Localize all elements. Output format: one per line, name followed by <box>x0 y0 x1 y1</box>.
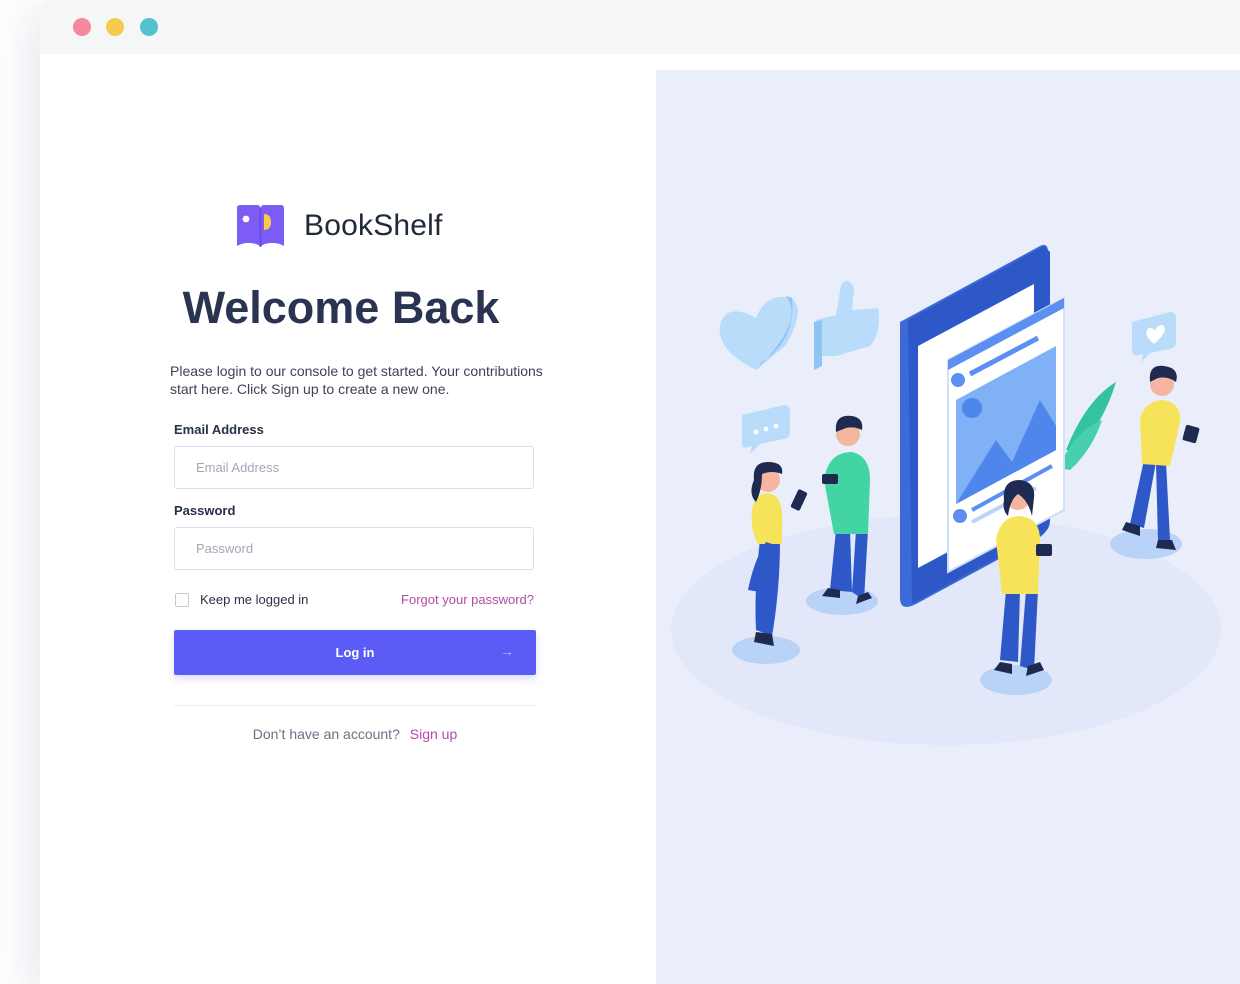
keep-logged-in-checkbox[interactable] <box>175 593 189 607</box>
keep-logged-in-label[interactable]: Keep me logged in <box>200 592 308 607</box>
open-book-icon <box>237 205 284 247</box>
forgot-password-link[interactable]: Forgot your password? <box>401 592 534 607</box>
email-field[interactable] <box>174 446 534 489</box>
browser-window: BookShelf Welcome Back Please login to o… <box>40 0 1240 984</box>
close-dot[interactable] <box>73 18 91 36</box>
signup-link[interactable]: Sign up <box>410 726 457 742</box>
signup-prompt: Don’t have an account? <box>252 726 400 742</box>
brand-logo: BookShelf <box>235 204 443 248</box>
page-title: Welcome Back <box>182 282 500 333</box>
maximize-dot[interactable] <box>140 18 158 36</box>
login-button[interactable]: Log in → <box>174 630 536 675</box>
brand-name: BookShelf <box>304 209 443 242</box>
signup-row: Don’t have an account? Sign up <box>40 726 670 742</box>
arrow-right-icon: → <box>500 643 514 659</box>
illustration-panel <box>656 70 1240 984</box>
login-panel: BookShelf Welcome Back Please login to o… <box>40 54 656 984</box>
page-subtitle: Please login to our console to get start… <box>170 363 543 397</box>
minimize-dot[interactable] <box>106 18 124 36</box>
email-label: Email Address <box>174 422 264 437</box>
divider <box>174 705 536 706</box>
window-titlebar <box>40 0 1240 54</box>
social-media-people-illustration <box>656 70 1240 984</box>
login-button-label: Log in <box>335 645 375 660</box>
password-field[interactable] <box>174 527 534 570</box>
password-label: Password <box>174 503 236 518</box>
